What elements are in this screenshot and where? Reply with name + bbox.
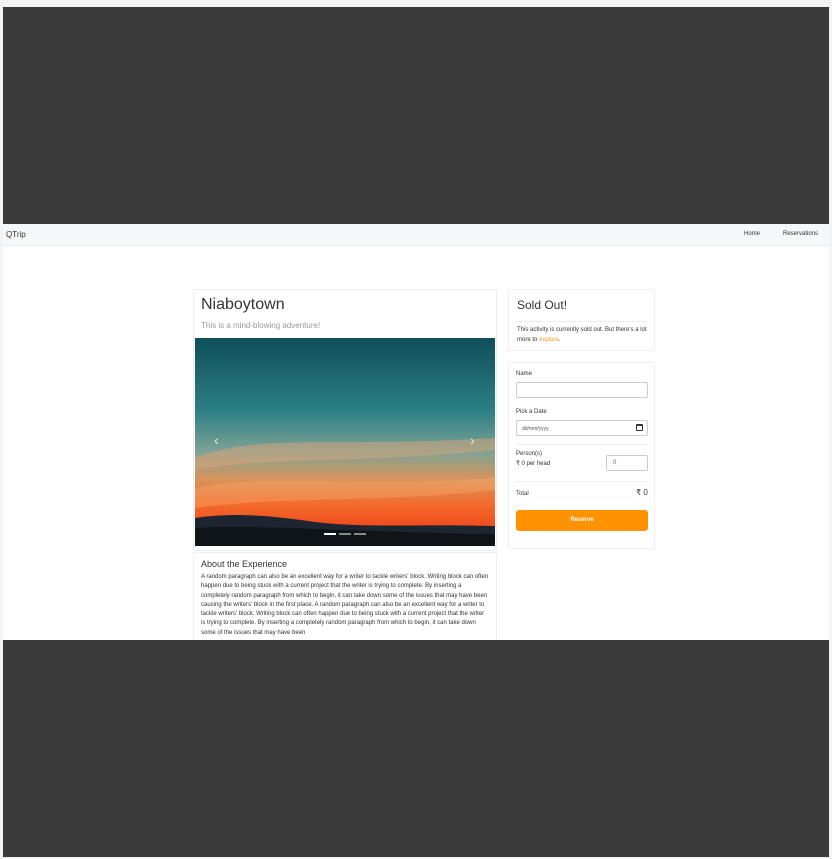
total-label: Total [516,491,529,497]
name-label: Name [516,371,533,377]
nav-link-home[interactable]: Home [744,231,760,237]
persons-input[interactable]: 0 [606,455,648,471]
name-input[interactable] [516,382,648,398]
persons-label: Person(s) [516,451,543,457]
per-head-price: ₹ 0 per head [516,461,551,467]
sold-out-panel: Sold Out! This activity is currently sol… [508,289,655,351]
adventure-title: Niaboytown [201,296,285,313]
page-viewport: QTrip Home Reservations Niaboytown This … [3,224,829,640]
carousel-indicator[interactable] [339,533,351,535]
explore-link[interactable]: explore [539,337,559,343]
adventure-subtitle: This is a mind-blowing adventure! [201,321,321,330]
divider [515,321,648,322]
about-text: A random paragraph can also be an excell… [201,574,489,636]
navbar: QTrip Home Reservations [3,224,829,246]
divider [515,481,648,482]
sold-out-text: This activity is currently sold out. But… [517,327,647,343]
date-label: Pick a Date [516,409,547,415]
total-amount: ₹ 0 [636,488,648,497]
reservation-panel: Name Pick a Date dd/mm/yyyy Person(s) ₹ … [508,362,655,549]
carousel-indicators [324,533,366,535]
persons-value: 0 [613,460,617,466]
nav-link-reservations[interactable]: Reservations [783,231,818,237]
carousel-indicator[interactable] [354,533,366,535]
sold-out-message: This activity is currently sold out. But… [517,327,647,343]
about-section: About the Experience A random paragraph … [193,552,497,640]
carousel-image [195,338,495,546]
carousel-next-icon[interactable]: › [470,432,475,448]
divider [515,444,648,445]
sold-out-title: Sold Out! [517,298,568,312]
carousel-prev-icon[interactable]: ‹ [214,432,219,448]
about-title: About the Experience [201,559,288,569]
reserve-button[interactable]: Reserve [516,510,648,531]
date-input[interactable]: dd/mm/yyyy [516,420,648,436]
adventure-card: Niaboytown This is a mind-blowing advent… [193,289,497,551]
image-carousel[interactable]: ‹ › [195,338,495,546]
carousel-indicator[interactable] [324,533,336,535]
calendar-icon[interactable] [636,424,643,431]
date-placeholder: dd/mm/yyyy [522,426,549,432]
brand-logo[interactable]: QTrip [6,230,26,239]
